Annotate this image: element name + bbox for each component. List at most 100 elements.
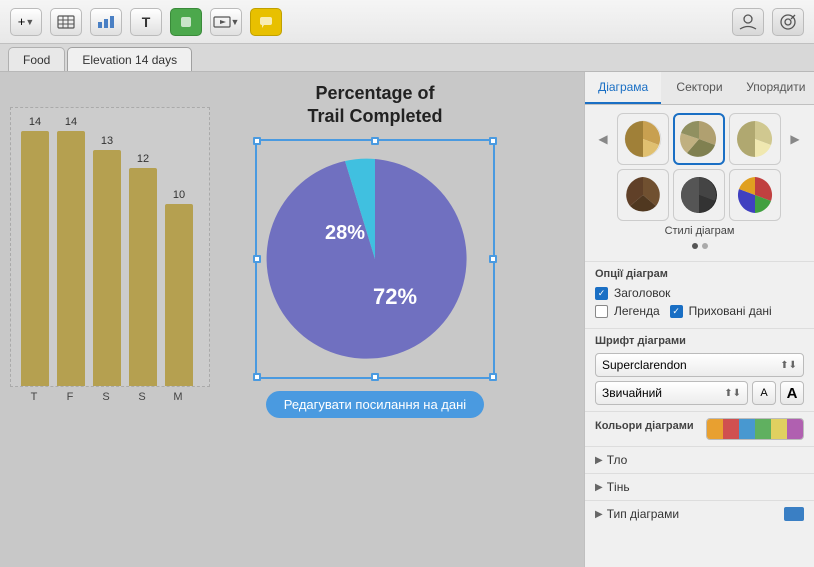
color-swatch-5[interactable] <box>771 419 787 439</box>
bar-label-t: T <box>20 391 48 403</box>
tab-sectors[interactable]: Сектори <box>661 72 737 104</box>
checkbox-title[interactable]: ✓ <box>595 287 608 300</box>
main-area: 14 14 13 12 10 <box>0 72 814 567</box>
comment-button[interactable] <box>250 8 282 36</box>
option-legend-row: Легенда <box>595 304 660 318</box>
option-hidden-label: Приховані дані <box>689 304 772 318</box>
bar-chart-container[interactable]: 14 14 13 12 10 <box>10 107 210 467</box>
chart-icon <box>97 15 115 29</box>
background-label: Тло <box>607 453 628 467</box>
option-hidden-row: ✓ Приховані дані <box>670 304 772 318</box>
pie-chart-wrapper[interactable]: 28% 72% <box>255 139 495 379</box>
add-button[interactable]: + ▼ <box>10 8 42 36</box>
bar-label-s2: S <box>128 391 156 403</box>
style-row-2 <box>593 169 806 221</box>
chart-type-section[interactable]: ▶ Тип діаграми <box>585 500 814 527</box>
dot-2[interactable] <box>702 243 708 249</box>
color-swatch-row: Кольори діаграми <box>595 418 804 440</box>
bar-col-f: 14 <box>57 116 85 386</box>
pie-chart-container[interactable]: Percentage of Trail Completed <box>230 82 520 418</box>
dot-1[interactable] <box>692 243 698 249</box>
resize-handle-tm[interactable] <box>371 137 379 145</box>
bar-col-t: 14 <box>21 116 49 386</box>
table-button[interactable] <box>50 8 82 36</box>
shadow-section[interactable]: ▶ Тінь <box>585 473 814 500</box>
share-button[interactable] <box>772 8 804 36</box>
tab-food[interactable]: Food <box>8 47 65 71</box>
font-name-arrow: ⬆⬇ <box>780 360 797 371</box>
edit-data-button[interactable]: Редагувати посилання на дані <box>266 391 484 418</box>
chart-type-indicator <box>784 507 804 521</box>
bar-value-m: 10 <box>173 189 185 201</box>
options-title: Опції діаграм <box>595 268 804 280</box>
bar-col-m: 10 <box>165 189 193 386</box>
toolbar: + ▼ T ▼ <box>0 0 814 44</box>
chart-styles-section: ◀ <box>585 105 814 261</box>
tab-elevation[interactable]: Elevation 14 days <box>67 47 192 71</box>
resize-handle-bm[interactable] <box>371 373 379 381</box>
font-style-arrow: ⬆⬇ <box>724 388 741 399</box>
svg-text:28%: 28% <box>325 222 365 244</box>
bar-col-s2: 12 <box>129 153 157 386</box>
bar-s1 <box>93 150 121 386</box>
style-thumb-3[interactable] <box>729 113 781 165</box>
chart-type-arrow: ▶ <box>595 509 603 520</box>
style-row-1: ◀ <box>593 113 806 165</box>
tab-bar: Food Elevation 14 days <box>0 44 814 72</box>
style-thumb-4[interactable] <box>617 169 669 221</box>
color-swatch-3[interactable] <box>739 419 755 439</box>
font-a-small-button[interactable]: A <box>752 381 776 405</box>
styles-prev-arrow[interactable]: ◀ <box>593 132 613 146</box>
account-icon <box>738 13 758 31</box>
chart-colors-section: Кольори діаграми <box>585 411 814 446</box>
style-thumb-6[interactable] <box>729 169 781 221</box>
background-arrow: ▶ <box>595 455 603 466</box>
chart-font-section: Шрифт діаграми Superclarendon ⬆⬇ Звичайн… <box>585 328 814 411</box>
style-dots <box>593 243 806 249</box>
font-a-large-button[interactable]: A <box>780 381 804 405</box>
resize-handle-ml[interactable] <box>253 255 261 263</box>
bar-f <box>57 131 85 386</box>
resize-handle-br[interactable] <box>489 373 497 381</box>
resize-handle-bl[interactable] <box>253 373 261 381</box>
checkbox-legend[interactable] <box>595 305 608 318</box>
bar-m <box>165 204 193 386</box>
media-icon <box>213 15 231 29</box>
font-style-select[interactable]: Звичайний ⬆⬇ <box>595 381 748 405</box>
resize-handle-mr[interactable] <box>489 255 497 263</box>
media-button[interactable]: ▼ <box>210 8 242 36</box>
font-title: Шрифт діаграми <box>595 335 804 347</box>
color-swatch-4[interactable] <box>755 419 771 439</box>
share-icon <box>778 13 798 31</box>
option-title-row: ✓ Заголовок <box>595 286 804 300</box>
checkbox-hidden[interactable]: ✓ <box>670 305 683 318</box>
text-button[interactable]: T <box>130 8 162 36</box>
chart-button[interactable] <box>90 8 122 36</box>
bar-value-s1: 13 <box>101 135 113 147</box>
resize-handle-tr[interactable] <box>489 137 497 145</box>
color-swatches[interactable] <box>706 418 804 440</box>
styles-next-arrow[interactable]: ▶ <box>785 132 805 146</box>
font-name-select[interactable]: Superclarendon ⬆⬇ <box>595 353 804 377</box>
color-swatch-1[interactable] <box>707 419 723 439</box>
background-section[interactable]: ▶ Тло <box>585 446 814 473</box>
resize-handle-tl[interactable] <box>253 137 261 145</box>
bar-value-t: 14 <box>29 116 41 128</box>
style-thumb-5[interactable] <box>673 169 725 221</box>
bar-label-s1: S <box>92 391 120 403</box>
account-button[interactable] <box>732 8 764 36</box>
color-swatch-2[interactable] <box>723 419 739 439</box>
style-thumb-1[interactable] <box>617 113 669 165</box>
color-swatch-6[interactable] <box>787 419 803 439</box>
shape-button[interactable] <box>170 8 202 36</box>
tab-arrange[interactable]: Упорядити <box>738 72 814 104</box>
pie-chart-title: Percentage of Trail Completed <box>307 82 442 129</box>
bar-value-s2: 12 <box>137 153 149 165</box>
font-style-row: Звичайний ⬆⬇ A A <box>595 381 804 405</box>
table-icon <box>57 15 75 29</box>
pie-svg: 28% 72% <box>265 149 485 369</box>
option-title-label: Заголовок <box>614 286 670 300</box>
style-thumb-2[interactable] <box>673 113 725 165</box>
tab-diagram[interactable]: Діаграма <box>585 72 661 104</box>
chart-type-label: Тип діаграми <box>607 507 679 521</box>
